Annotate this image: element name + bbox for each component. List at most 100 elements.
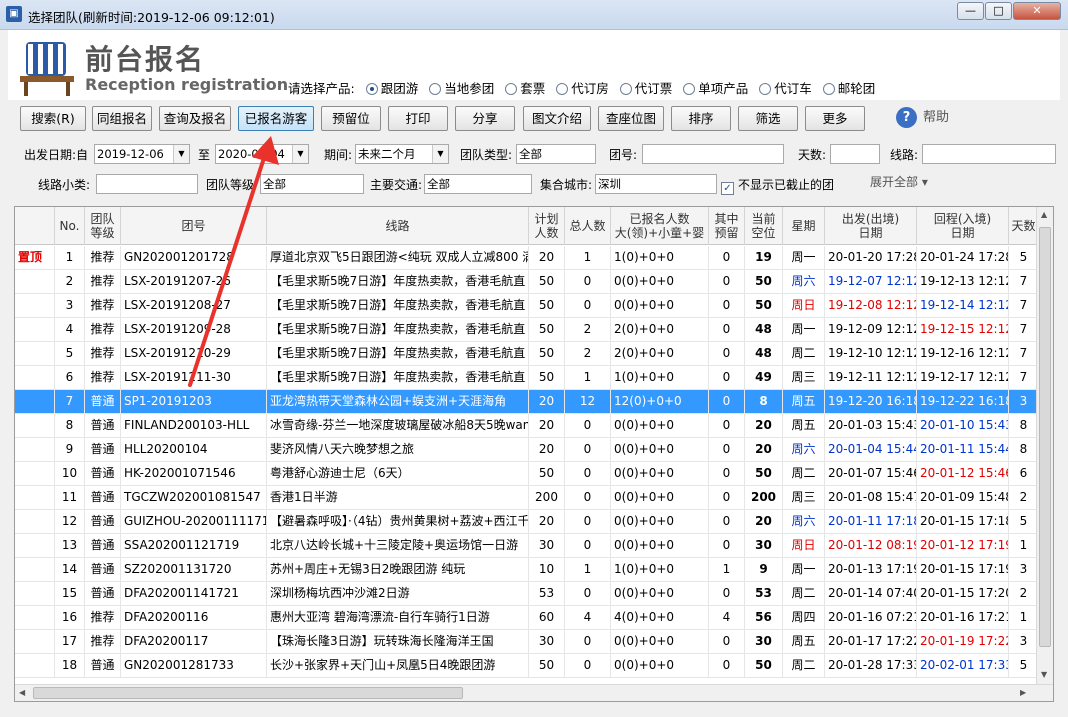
expand-all-link[interactable]: 展开全部 ▾ <box>870 173 928 190</box>
share-button[interactable]: 分享 <box>455 106 515 131</box>
days-input[interactable] <box>830 144 880 164</box>
same-group-button[interactable]: 同组报名 <box>92 106 152 131</box>
column-header[interactable]: 出发(出境) 日期 <box>825 207 917 245</box>
pin-label <box>15 318 55 342</box>
table-row[interactable]: 12普通GUIZHOU-2020011117181【避暑森呼吸】·（4钻）贵州黄… <box>15 510 1039 534</box>
team-no-input[interactable] <box>642 144 784 164</box>
table-row[interactable]: 2 推荐 LSX-20191207-26 【毛里求斯5晚7日游】年度热卖款，香港毛航直… <box>15 270 1039 294</box>
sort-button[interactable]: 排序 <box>671 106 731 131</box>
product-radio-local[interactable]: 当地参团 <box>429 78 494 97</box>
hide-closed-checkbox[interactable]: ✓ 不显示已截止的团 <box>721 176 834 195</box>
table-cell: 2 <box>565 318 611 342</box>
date-to-picker[interactable]: 2020-02-04 ▼ <box>215 144 309 164</box>
table-row[interactable]: 4 推荐 LSX-20191209-28 【毛里求斯5晚7日游】年度热卖款，香港毛航直… <box>15 318 1039 342</box>
minimize-button[interactable]: — <box>957 2 984 20</box>
table-cell: 20-01-07 15:46 <box>825 462 917 486</box>
table-cell: 0 <box>709 270 745 294</box>
table-row[interactable]: 17 推荐 DFA20200117 【珠海长隆3日游】玩转珠海长隆海洋王国 30 0 0(0… <box>15 630 1039 654</box>
maximize-button[interactable]: □ <box>985 2 1012 20</box>
table-cell: 20-01-19 17:22 <box>917 630 1009 654</box>
table-row[interactable]: 8 普通 FINLAND200103-HLL 冰雪奇缘-芬兰一地深度玻璃屋破冰船8天5… <box>15 414 1039 438</box>
table-cell: 普通 <box>85 390 121 414</box>
vertical-scrollbar[interactable]: ▲ ▼ <box>1036 207 1053 685</box>
table-cell: 3 <box>1009 558 1039 582</box>
route-sub-input[interactable] <box>96 174 198 194</box>
table-cell: 0 <box>709 246 745 270</box>
table-row[interactable]: 13 普通 SSA202001121719 北京八达岭长城+十三陵定陵+奥运场馆一日游… <box>15 534 1039 558</box>
vertical-scroll-thumb[interactable] <box>1039 227 1051 647</box>
column-header[interactable]: 计划 人数 <box>529 207 565 245</box>
table-row[interactable]: 11 普通 TGCZW202001081547 香港1日半游 200 0 0(0)+0+0 0… <box>15 486 1039 510</box>
more-button[interactable]: 更多 <box>805 106 865 131</box>
registered-guests-button[interactable]: 已报名游客 <box>238 106 314 131</box>
product-radio-hotel[interactable]: 代订房 <box>556 78 609 97</box>
dropdown-arrow-icon[interactable]: ▼ <box>173 145 189 163</box>
scroll-down-icon[interactable]: ▼ <box>1041 670 1047 679</box>
product-radio-package[interactable]: 套票 <box>505 78 545 97</box>
table-cell: 0 <box>565 414 611 438</box>
dropdown-arrow-icon[interactable]: ▼ <box>432 145 448 163</box>
print-button[interactable]: 打印 <box>388 106 448 131</box>
table-row[interactable]: 9 普通 HLL20200104 斐济风情八天六晚梦想之旅 20 0 0(0)+0+0 0 20… <box>15 438 1039 462</box>
city-field[interactable]: 深圳 <box>595 174 717 194</box>
table-row[interactable]: 10 普通 HK-202001071546 粤港舒心游迪士尼（6天） 50 0 0(0)+0… <box>15 462 1039 486</box>
horizontal-scrollbar[interactable]: ◀ ▶ <box>15 684 1053 701</box>
column-header[interactable]: 线路 <box>267 207 529 245</box>
traffic-field[interactable]: 全部 <box>424 174 532 194</box>
horizontal-scroll-thumb[interactable] <box>33 687 463 699</box>
table-row[interactable]: 置顶 1 推荐 GN202001201728 厚道北京双飞5日跟团游<纯玩 双成人立减8… <box>15 246 1039 270</box>
table-cell: 0 <box>709 654 745 678</box>
table-cell: 0 <box>709 438 745 462</box>
team-level-field[interactable]: 全部 <box>260 174 364 194</box>
table-cell: LSX-20191207-26 <box>121 270 267 294</box>
intro-button[interactable]: 图文介绍 <box>523 106 591 131</box>
window-body: 前台报名 Reception registration 请选择产品: 跟团游 当… <box>8 30 1060 710</box>
close-button[interactable]: ✕ <box>1013 2 1061 20</box>
column-header[interactable]: 当前 空位 <box>745 207 783 245</box>
scroll-left-icon[interactable]: ◀ <box>19 688 25 697</box>
product-radio-group-tour[interactable]: 跟团游 <box>365 78 418 97</box>
pin-label <box>15 486 55 510</box>
product-radio-ticket[interactable]: 代订票 <box>619 78 672 97</box>
column-header[interactable]: 星期 <box>783 207 825 245</box>
query-register-button[interactable]: 查询及报名 <box>159 106 231 131</box>
pin-label <box>15 534 55 558</box>
table-cell: 6 <box>1009 462 1039 486</box>
table-cell: 周一 <box>783 318 825 342</box>
column-header[interactable]: 团队 等级 <box>85 207 121 245</box>
column-header[interactable]: 天数 <box>1009 207 1039 245</box>
table-row[interactable]: 16 推荐 DFA20200116 惠州大亚湾 碧海湾漂流-自行车骑行1日游 60 4 4(… <box>15 606 1039 630</box>
column-header[interactable]: 团号 <box>121 207 267 245</box>
dropdown-arrow-icon[interactable]: ▼ <box>292 145 308 163</box>
filter-button[interactable]: 筛选 <box>738 106 798 131</box>
column-header[interactable]: 其中 预留 <box>709 207 745 245</box>
table-row[interactable]: 14 普通 SZ202001131720 苏州+周庄+无锡3日2晚跟团游 纯玩 10 1 1… <box>15 558 1039 582</box>
table-cell: 2 <box>1009 582 1039 606</box>
table-row[interactable]: 3 推荐 LSX-20191208-27 【毛里求斯5晚7日游】年度热卖款，香港毛航直… <box>15 294 1039 318</box>
search-button[interactable]: 搜索(R) <box>20 106 86 131</box>
team-type-field[interactable]: 全部 <box>516 144 596 164</box>
table-row[interactable]: 5 推荐 LSX-20191210-29 【毛里求斯5晚7日游】年度热卖款，香港毛航直… <box>15 342 1039 366</box>
route-input[interactable] <box>922 144 1056 164</box>
column-header[interactable]: No. <box>55 207 85 245</box>
column-header[interactable] <box>15 207 55 245</box>
column-header[interactable]: 已报名人数 大(领)+小童+婴 <box>611 207 709 245</box>
table-row[interactable]: 7 普通 SP1-20191203 亚龙湾热带天堂森林公园+蜈支洲+天涯海角 20 12 1… <box>15 390 1039 414</box>
product-radio-cruise[interactable]: 邮轮团 <box>822 78 875 97</box>
table-row[interactable]: 18 普通 GN202001281733 长沙+张家界+天门山+凤凰5日4晚跟团游 50… <box>15 654 1039 678</box>
seat-map-button[interactable]: 查座位图 <box>598 106 664 131</box>
reserve-seat-button[interactable]: 预留位 <box>321 106 381 131</box>
table-row[interactable]: 15 普通 DFA202001141721 深圳杨梅坑西冲沙滩2日游 53 0 0(0)+0… <box>15 582 1039 606</box>
scroll-right-icon[interactable]: ▶ <box>1020 688 1026 697</box>
help-link[interactable]: ? 帮助 <box>896 106 949 130</box>
scroll-up-icon[interactable]: ▲ <box>1041 210 1047 219</box>
date-from-picker[interactable]: 2019-12-06 ▼ <box>94 144 190 164</box>
product-radio-car[interactable]: 代订车 <box>759 78 812 97</box>
table-cell: 20 <box>529 510 565 534</box>
column-header[interactable]: 总人数 <box>565 207 611 245</box>
column-header[interactable]: 回程(入境) 日期 <box>917 207 1009 245</box>
chevron-down-icon: ▾ <box>921 175 928 189</box>
table-row[interactable]: 6 推荐 LSX-20191211-30 【毛里求斯5晚7日游】年度热卖款，香港毛航直… <box>15 366 1039 390</box>
product-radio-single[interactable]: 单项产品 <box>683 78 748 97</box>
period-select[interactable]: 未来二个月 ▼ <box>355 144 449 164</box>
